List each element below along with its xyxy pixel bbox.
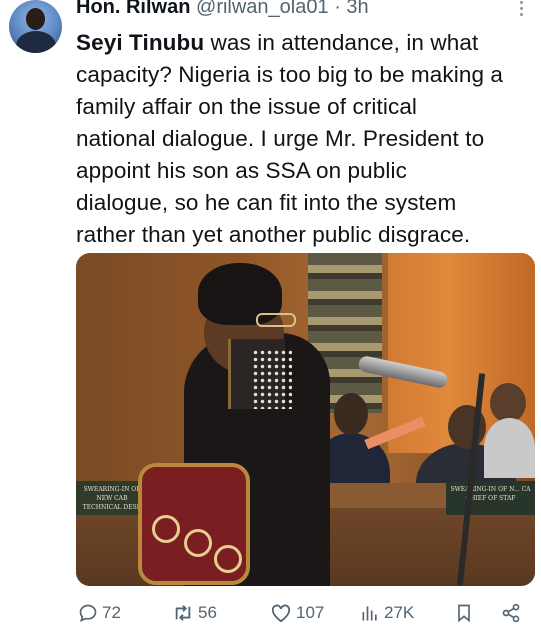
reply-button[interactable]: 72 [78,602,121,624]
tweet-text-line: capacity? Nigeria is too big to be makin… [76,62,504,87]
seated-man-far-head [490,383,526,423]
tweet-text-line: appoint his son as SSA on public [76,158,407,183]
speaker-pattern [252,349,292,409]
share-icon [500,603,522,623]
tweet-media-image[interactable]: SWEARING-IN OF NEW CAB TECHNICAL DESK SWE… [76,253,535,586]
share-button[interactable] [500,602,522,624]
author-name[interactable]: Hon. Rilwan [76,0,190,18]
repost-count: 56 [198,603,217,622]
like-icon [270,603,292,623]
tweet-text-line: national dialogue. I urge Mr. President … [76,126,485,151]
author-handle[interactable]: @rilwan_ola01 [196,0,329,18]
bookmark-icon [455,603,473,623]
author-avatar[interactable] [9,0,62,53]
tweet-actions: 72 56 107 27K [0,594,541,632]
seated-man-left-head [334,393,368,435]
speaker-glasses [256,313,296,327]
seated-man-far [484,418,535,478]
handbag [138,463,250,585]
like-button[interactable]: 107 [270,602,324,624]
tweet-text-line: dialogue, so he can fit into the system [76,190,457,215]
tweet-text-line: Seyi Tinubu was in attendance, in what [76,30,479,55]
views-count: 27K [384,603,415,622]
tweet-text: Seyi Tinubu was in attendance, in what c… [76,27,536,251]
mention-name: Seyi Tinubu [76,30,205,55]
avatar-head [26,8,45,30]
avatar-body [16,31,56,53]
like-count: 107 [296,603,325,622]
bag-ornament [152,515,180,543]
reply-count: 72 [102,603,121,622]
views-icon [360,603,380,623]
repost-icon [172,603,194,623]
tweet-time[interactable]: 3h [346,0,368,18]
bag-ornament [214,545,242,573]
bag-ornament [184,529,212,557]
more-options-icon[interactable] [514,0,528,18]
tweet-text-line: family affair on the issue of critical [76,94,418,119]
tweet-text-line: rather than yet another public disgrace. [76,222,471,247]
header-separator: · [334,0,341,18]
bookmark-button[interactable] [455,602,473,624]
nameplate-chief-of-staff: SWEARING-IN OF N... CA CHIEF OF STAF [446,481,535,515]
views-button[interactable]: 27K [360,602,414,624]
reply-icon [78,603,98,623]
repost-button[interactable]: 56 [172,602,217,624]
tweet-header: Hon. Rilwan @rilwan_ola01 · 3h [76,0,369,18]
